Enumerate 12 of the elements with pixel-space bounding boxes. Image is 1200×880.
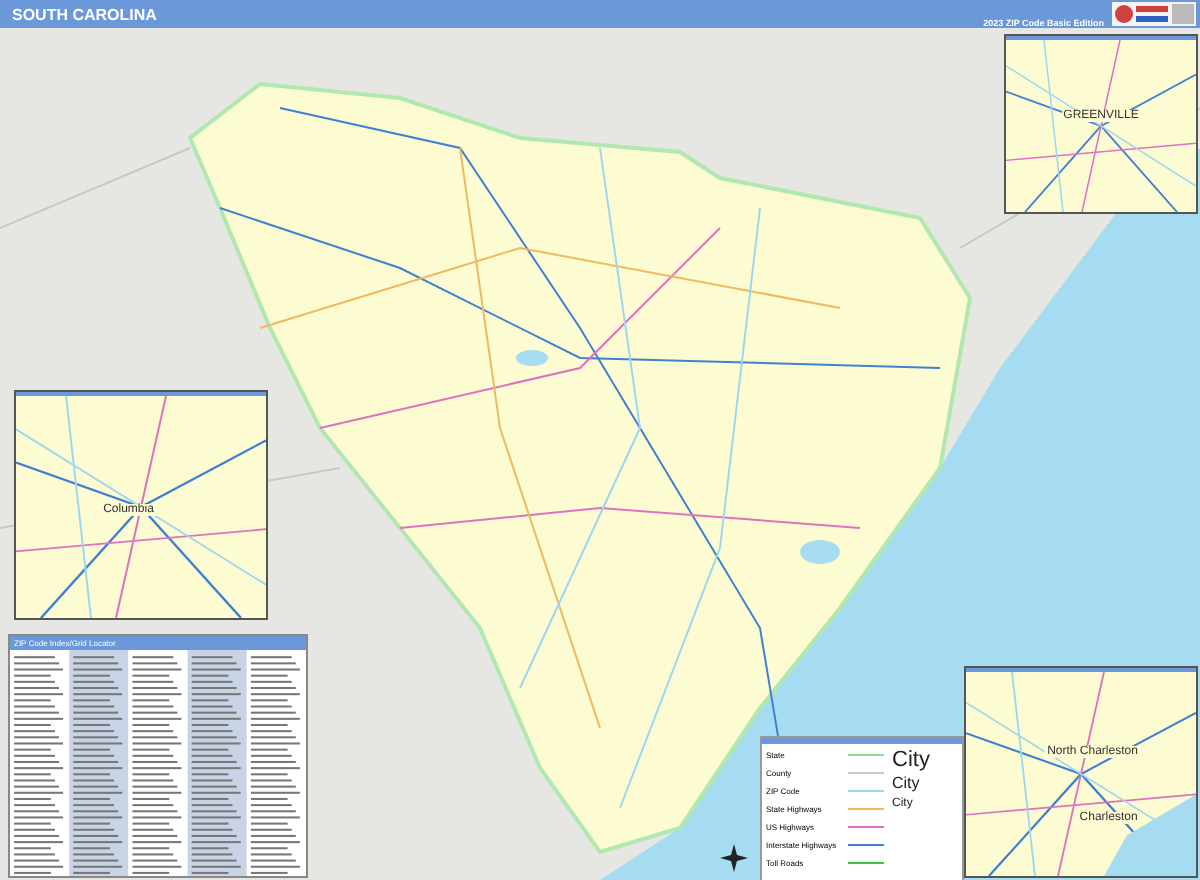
city-sample: City <box>892 748 930 773</box>
compass-rose-icon <box>720 844 748 872</box>
map-title: SOUTH CAROLINA <box>12 5 159 23</box>
legend-line-sample <box>848 861 884 865</box>
city-sample: City <box>892 776 922 794</box>
legend-line-sample <box>848 789 884 793</box>
legend-line-sample <box>848 807 884 811</box>
legend-line-sample <box>848 843 884 847</box>
publisher-logo-icon <box>1112 2 1196 26</box>
legend-line-sample <box>848 753 884 757</box>
legend-line-sample <box>848 771 884 775</box>
legend-line-sample <box>848 825 884 829</box>
